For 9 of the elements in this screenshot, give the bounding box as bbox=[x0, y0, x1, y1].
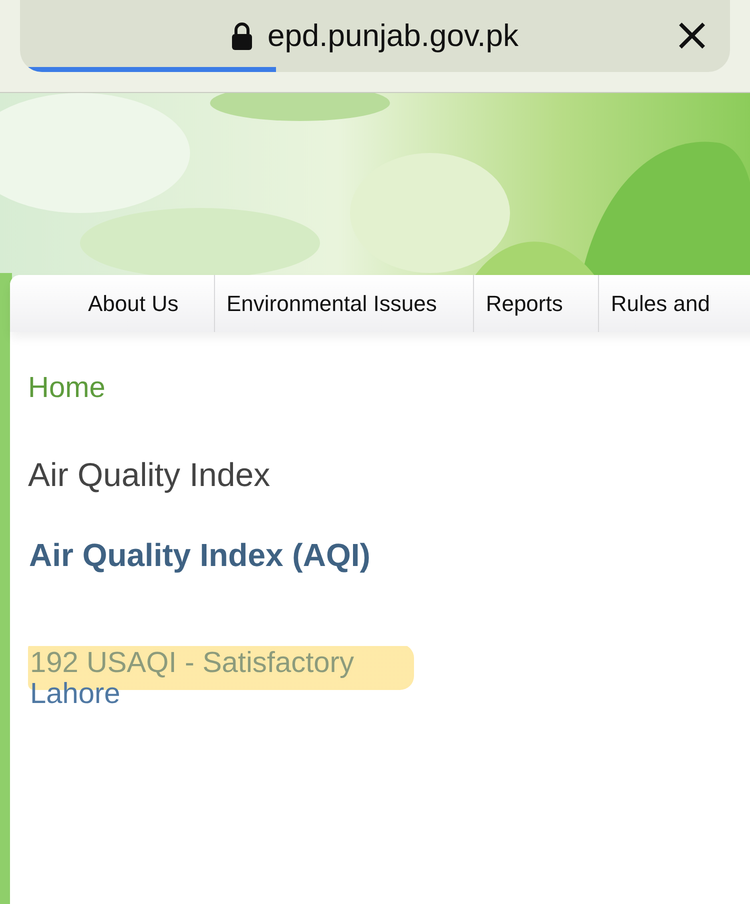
nav-link[interactable]: About Us bbox=[10, 275, 214, 332]
url-text[interactable]: epd.punjab.gov.pk bbox=[267, 18, 519, 54]
lock-icon bbox=[231, 22, 254, 50]
page-title: Air Quality Index bbox=[28, 456, 270, 494]
nav-link[interactable]: Reports bbox=[472, 275, 598, 332]
nav-link[interactable]: Rules and bbox=[598, 275, 722, 332]
section-heading: Air Quality Index (AQI) bbox=[29, 537, 370, 574]
close-button[interactable]: × bbox=[672, 14, 712, 54]
nav-link[interactable]: Environmental Issues bbox=[214, 275, 473, 332]
